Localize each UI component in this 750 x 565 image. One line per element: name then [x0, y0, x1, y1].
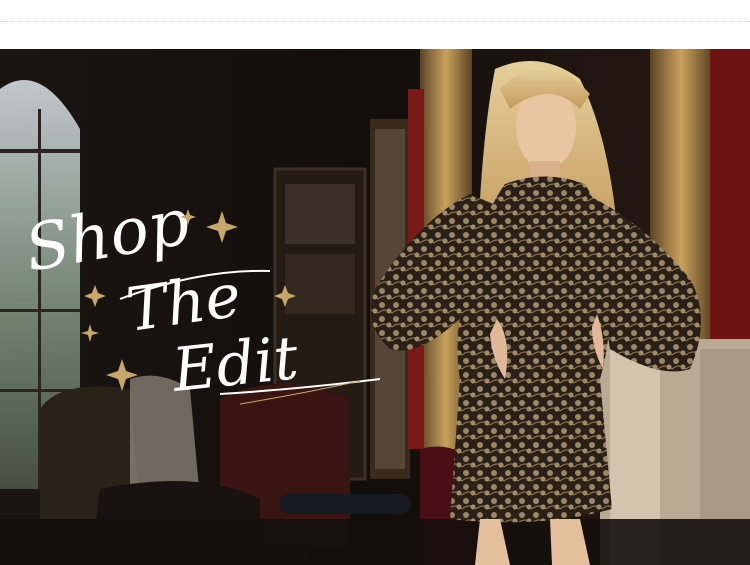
shop-the-edit-banner[interactable]: Shop The Edit — [0, 49, 750, 565]
sparkle-icon — [84, 285, 106, 307]
dotted-divider — [0, 21, 750, 22]
sparkle-icon — [106, 359, 138, 391]
sparkle-icon — [274, 285, 296, 307]
top-bar — [0, 0, 750, 49]
sparkle-icon — [81, 324, 99, 342]
headline-overlay: Shop The Edit — [20, 185, 381, 406]
sparkle-icon — [206, 211, 238, 243]
